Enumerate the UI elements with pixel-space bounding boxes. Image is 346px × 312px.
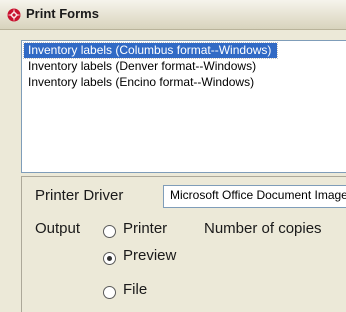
app-icon: [6, 7, 22, 23]
copies-label: Number of copies: [204, 220, 322, 237]
output-file-radio[interactable]: [103, 286, 116, 299]
list-item[interactable]: Inventory labels (Columbus format--Windo…: [22, 42, 279, 59]
printer-driver-value: Microsoft Office Document Image Writer: [170, 188, 346, 202]
printer-driver-label: Printer Driver: [35, 187, 124, 204]
output-printer-radio[interactable]: [103, 225, 116, 238]
print-options-panel: Printer Driver Microsoft Office Document…: [21, 176, 346, 312]
forms-listbox[interactable]: Inventory labels (Columbus format--Windo…: [21, 40, 346, 173]
output-preview-label[interactable]: Preview: [123, 247, 176, 264]
output-label: Output: [35, 220, 81, 237]
output-printer-label[interactable]: Printer: [123, 220, 167, 237]
output-file-label[interactable]: File: [123, 281, 147, 298]
title-bar[interactable]: Print Forms: [0, 0, 346, 30]
list-item[interactable]: Inventory labels (Encino format--Windows…: [24, 75, 260, 90]
output-preview-radio[interactable]: [103, 252, 116, 265]
print-forms-window: Print Forms Inventory labels (Columbus f…: [0, 0, 346, 312]
radio-selected-dot: [107, 256, 112, 261]
window-title: Print Forms: [26, 6, 99, 21]
list-item[interactable]: Inventory labels (Denver format--Windows…: [24, 59, 262, 74]
printer-driver-select[interactable]: Microsoft Office Document Image Writer: [163, 185, 346, 208]
